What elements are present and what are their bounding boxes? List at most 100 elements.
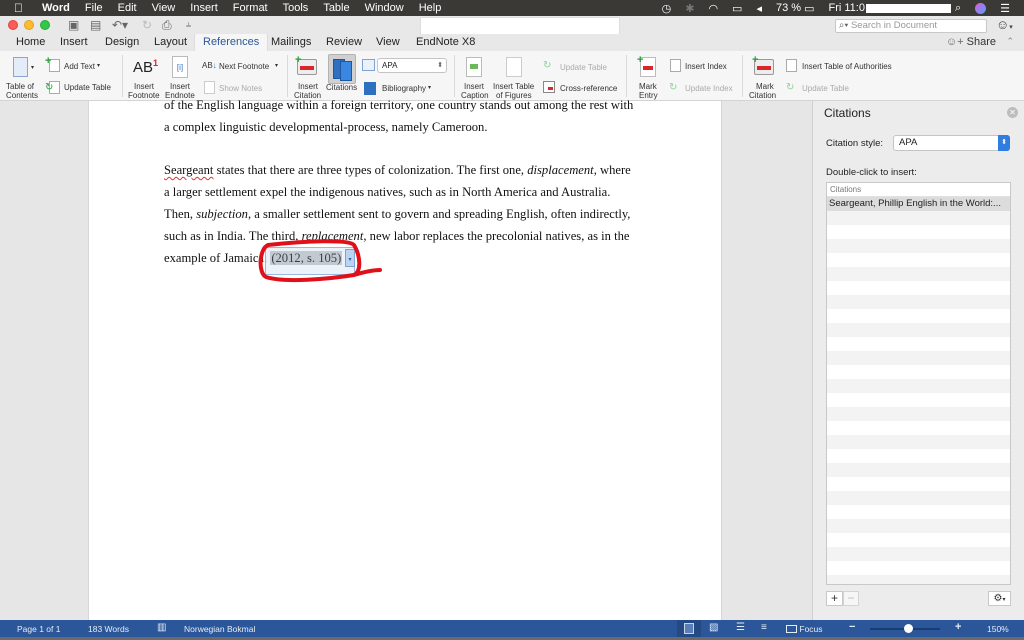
document-page[interactable]: of the English language within a foreign… — [88, 98, 722, 620]
update-index-label: Update Index — [685, 84, 733, 93]
status-bar: Page 1 of 1 183 Words ▥ Norwegian Bokmal… — [0, 620, 1024, 637]
citations-list[interactable]: Citations Seargeant, Phillip English in … — [826, 182, 1011, 585]
tab-insert[interactable]: Insert — [60, 36, 88, 48]
paragraph-line: a larger settlement expel the indigenous… — [164, 185, 611, 199]
word-count[interactable]: 183 Words — [88, 624, 129, 634]
search-placeholder: Search in Document — [850, 20, 938, 31]
tab-review[interactable]: Review — [326, 36, 362, 48]
battery-percent[interactable]: 73 % — [776, 2, 801, 14]
insert-tof-label-1: Insert Table — [493, 82, 535, 91]
close-window-button[interactable] — [8, 20, 18, 30]
zoom-level[interactable]: 150% — [987, 624, 1009, 634]
insert-index-icon — [670, 59, 681, 72]
paragraph-line: of the English language within a foreign… — [164, 98, 634, 112]
citation-style-value: APA — [382, 61, 398, 70]
search-in-document-input[interactable]: ⌕▾ Search in Document — [835, 19, 987, 33]
print-icon[interactable]: ⎙ — [162, 18, 172, 33]
update-table-toa-label: Update Table — [802, 84, 849, 93]
outline-view-icon[interactable]: ☰ — [736, 622, 745, 633]
next-footnote-dropdown-icon: ▾ — [275, 63, 279, 69]
share-label: Share — [966, 36, 996, 48]
menu-table[interactable]: Table — [323, 2, 349, 14]
panel-style-value: APA — [899, 137, 918, 148]
menu-insert[interactable]: Insert — [190, 2, 218, 14]
citation-style-icon — [362, 59, 375, 71]
feedback-smiley-icon[interactable]: ☺▾ — [996, 17, 1013, 32]
add-plus-icon: + — [45, 55, 52, 67]
volume-icon[interactable]: ◂ — [756, 2, 762, 15]
clock[interactable]: Fri 11:0 — [828, 2, 951, 14]
time-machine-icon[interactable]: ◷ — [662, 2, 672, 15]
toc-dropdown-arrow-icon: ▾ — [31, 65, 35, 71]
share-button[interactable]: ☺+ Share — [946, 36, 996, 48]
citations-label: Citations — [326, 83, 358, 92]
paragraph-line: a complex linguistic developmental-proce… — [164, 120, 488, 134]
tab-mailings[interactable]: Mailings — [271, 36, 311, 48]
zoom-slider-thumb[interactable] — [904, 624, 913, 633]
zoom-out-button[interactable]: − — [849, 621, 855, 633]
language[interactable]: Norwegian Bokmal — [184, 624, 255, 634]
spotlight-icon[interactable]: ⌕ — [955, 2, 961, 15]
sidebar-toggle-icon[interactable]: ▣ — [68, 18, 79, 32]
zoom-in-button[interactable]: + — [955, 621, 961, 633]
battery-icon[interactable]: ▭ — [804, 2, 814, 15]
text-span: , a smaller settlement sent to govern an… — [247, 207, 631, 221]
citation-list-item[interactable]: Seargeant, Phillip English in the World:… — [827, 197, 1010, 211]
ribbon-separator — [742, 55, 743, 97]
redacted-region — [865, 3, 951, 13]
spelling-error-word[interactable]: Seargeant — [164, 163, 213, 177]
citation-style-label: Citation style: — [826, 138, 884, 149]
mark-citation-label-1: Mark — [756, 82, 774, 91]
undo-icon[interactable]: ↶▾ — [112, 18, 128, 32]
menu-window[interactable]: Window — [365, 2, 404, 14]
airplay-icon[interactable]: ▭ — [732, 2, 742, 15]
table-of-authorities-icon — [786, 59, 797, 72]
tab-design[interactable]: Design — [105, 36, 139, 48]
menu-view[interactable]: View — [152, 2, 176, 14]
tab-home[interactable]: Home — [16, 36, 45, 48]
document-workspace: of the English language within a foreign… — [0, 98, 812, 620]
redo-icon[interactable]: ↻ — [142, 18, 152, 32]
collapse-ribbon-icon[interactable]: ⌃ — [1006, 36, 1014, 47]
close-panel-button[interactable]: ✕ — [1007, 107, 1018, 118]
wifi-icon[interactable]: ◠ — [708, 2, 718, 15]
menu-format[interactable]: Format — [233, 2, 268, 14]
menu-help[interactable]: Help — [419, 2, 442, 14]
tab-view[interactable]: View — [376, 36, 400, 48]
zoom-window-button[interactable] — [40, 20, 50, 30]
update-toa-icon: ↻ — [786, 82, 795, 93]
panel-citation-style-select[interactable]: APA ⬍ — [893, 135, 1010, 151]
ribbon-tabs: Home Insert Design Layout References Mai… — [0, 34, 1024, 51]
menu-tools[interactable]: Tools — [283, 2, 309, 14]
tab-layout[interactable]: Layout — [154, 36, 187, 48]
ribbon-separator — [122, 55, 123, 97]
notification-center-icon[interactable]: ☰ — [1000, 2, 1010, 15]
insert-footnote-label-1: Insert — [134, 82, 155, 91]
customize-toolbar-icon[interactable]: ⫨ — [186, 19, 191, 30]
tab-references[interactable]: References — [194, 34, 269, 51]
citation-style-select[interactable]: APA ⬍ — [377, 58, 447, 73]
citation-settings-gear-icon[interactable]: ⚙▾ — [988, 591, 1011, 606]
print-layout-view-button[interactable] — [677, 620, 701, 637]
menu-app-word[interactable]: Word — [42, 2, 70, 14]
menu-file[interactable]: File — [85, 2, 103, 14]
bluetooth-icon[interactable]: ✱ — [685, 2, 694, 15]
save-icon[interactable]: ▤ — [90, 18, 101, 32]
focus-button[interactable]: Focus — [786, 624, 823, 634]
proofing-icon[interactable]: ▥ — [157, 622, 166, 633]
cross-reference-icon — [543, 81, 555, 93]
toc-label-1: Table of — [6, 82, 35, 91]
siri-icon[interactable] — [975, 2, 987, 14]
toc-label-2: Contents — [6, 91, 39, 100]
add-citation-button[interactable]: + — [826, 591, 843, 606]
page-count[interactable]: Page 1 of 1 — [17, 624, 60, 634]
table-of-figures-icon — [506, 57, 522, 77]
apple-menu-icon[interactable]:  — [14, 1, 28, 15]
insert-footnote-label-2: Footnote — [128, 91, 160, 100]
text-span: states that there are three types of col… — [213, 163, 528, 177]
minimize-window-button[interactable] — [24, 20, 34, 30]
web-layout-view-icon[interactable]: ▧ — [709, 622, 718, 633]
draft-view-icon[interactable]: ≡ — [761, 622, 767, 633]
menu-edit[interactable]: Edit — [118, 2, 137, 14]
tab-endnote[interactable]: EndNote X8 — [416, 36, 475, 48]
